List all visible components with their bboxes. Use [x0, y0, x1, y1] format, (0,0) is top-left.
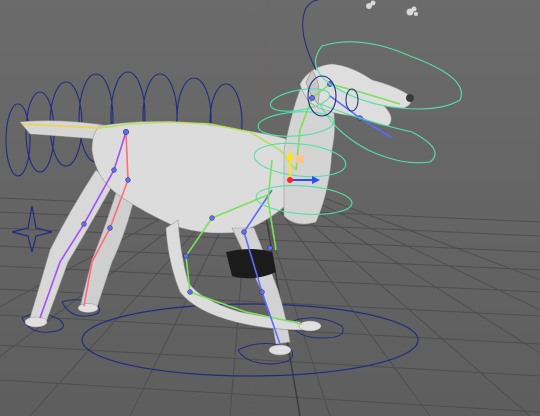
paw	[24, 316, 48, 328]
paw	[77, 303, 99, 313]
dog-nose	[406, 94, 414, 102]
paw	[268, 344, 292, 356]
reference-objects	[366, 0, 418, 16]
paw	[298, 320, 322, 332]
scene-3d[interactable]	[0, 0, 540, 416]
maya-viewport[interactable]	[0, 0, 540, 416]
